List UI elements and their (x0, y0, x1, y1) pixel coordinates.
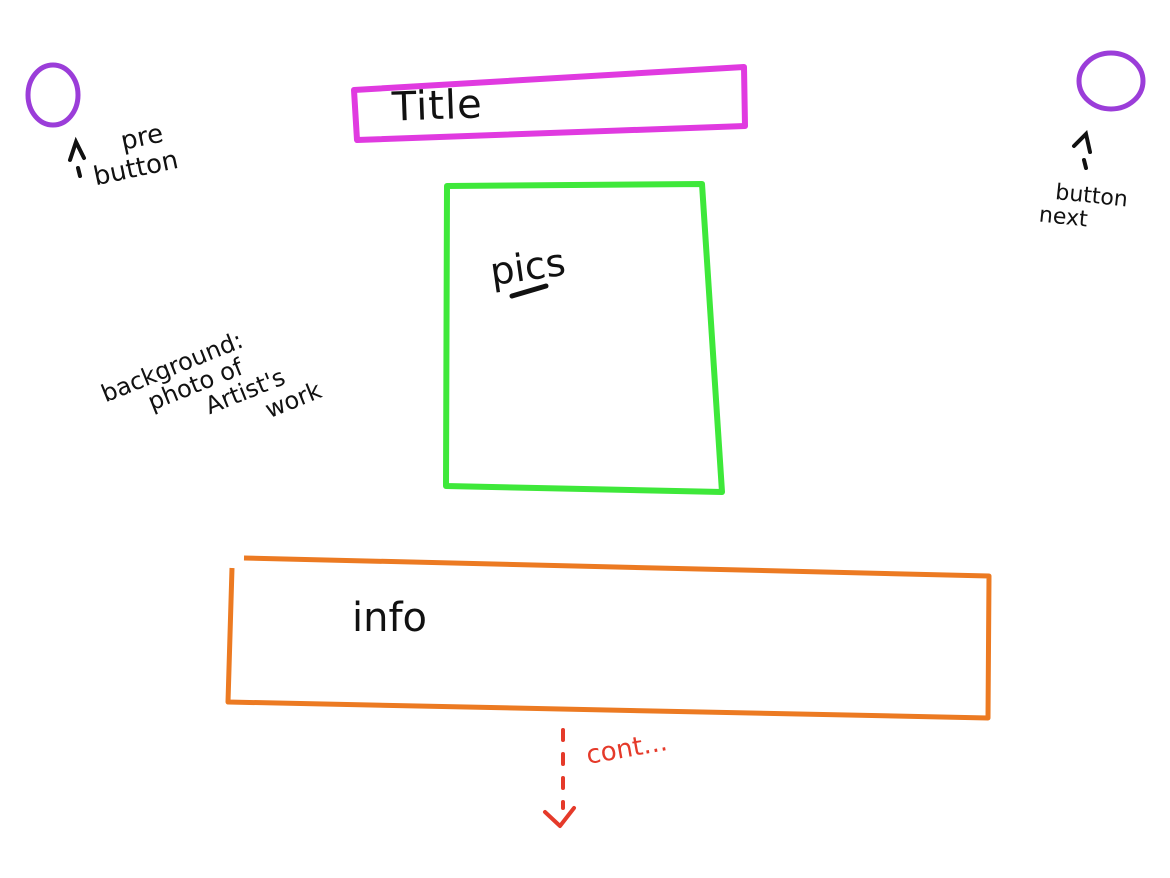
next-button-caption: button next (1038, 180, 1129, 237)
next-caption-arrow-icon (1072, 130, 1092, 170)
pics-label: pics (487, 239, 569, 295)
next-button-circle[interactable] (1076, 50, 1146, 112)
pics-box-outline (443, 181, 725, 495)
prev-caption-arrow-icon (68, 136, 86, 178)
info-label: info (352, 595, 428, 641)
prev-button-circle[interactable] (25, 62, 81, 128)
continue-arrow-head-icon (543, 806, 576, 828)
title-label: Title (391, 81, 484, 131)
wireframe-canvas: Title pics info pre button button next b… (0, 0, 1170, 878)
info-box-outline (225, 555, 992, 721)
